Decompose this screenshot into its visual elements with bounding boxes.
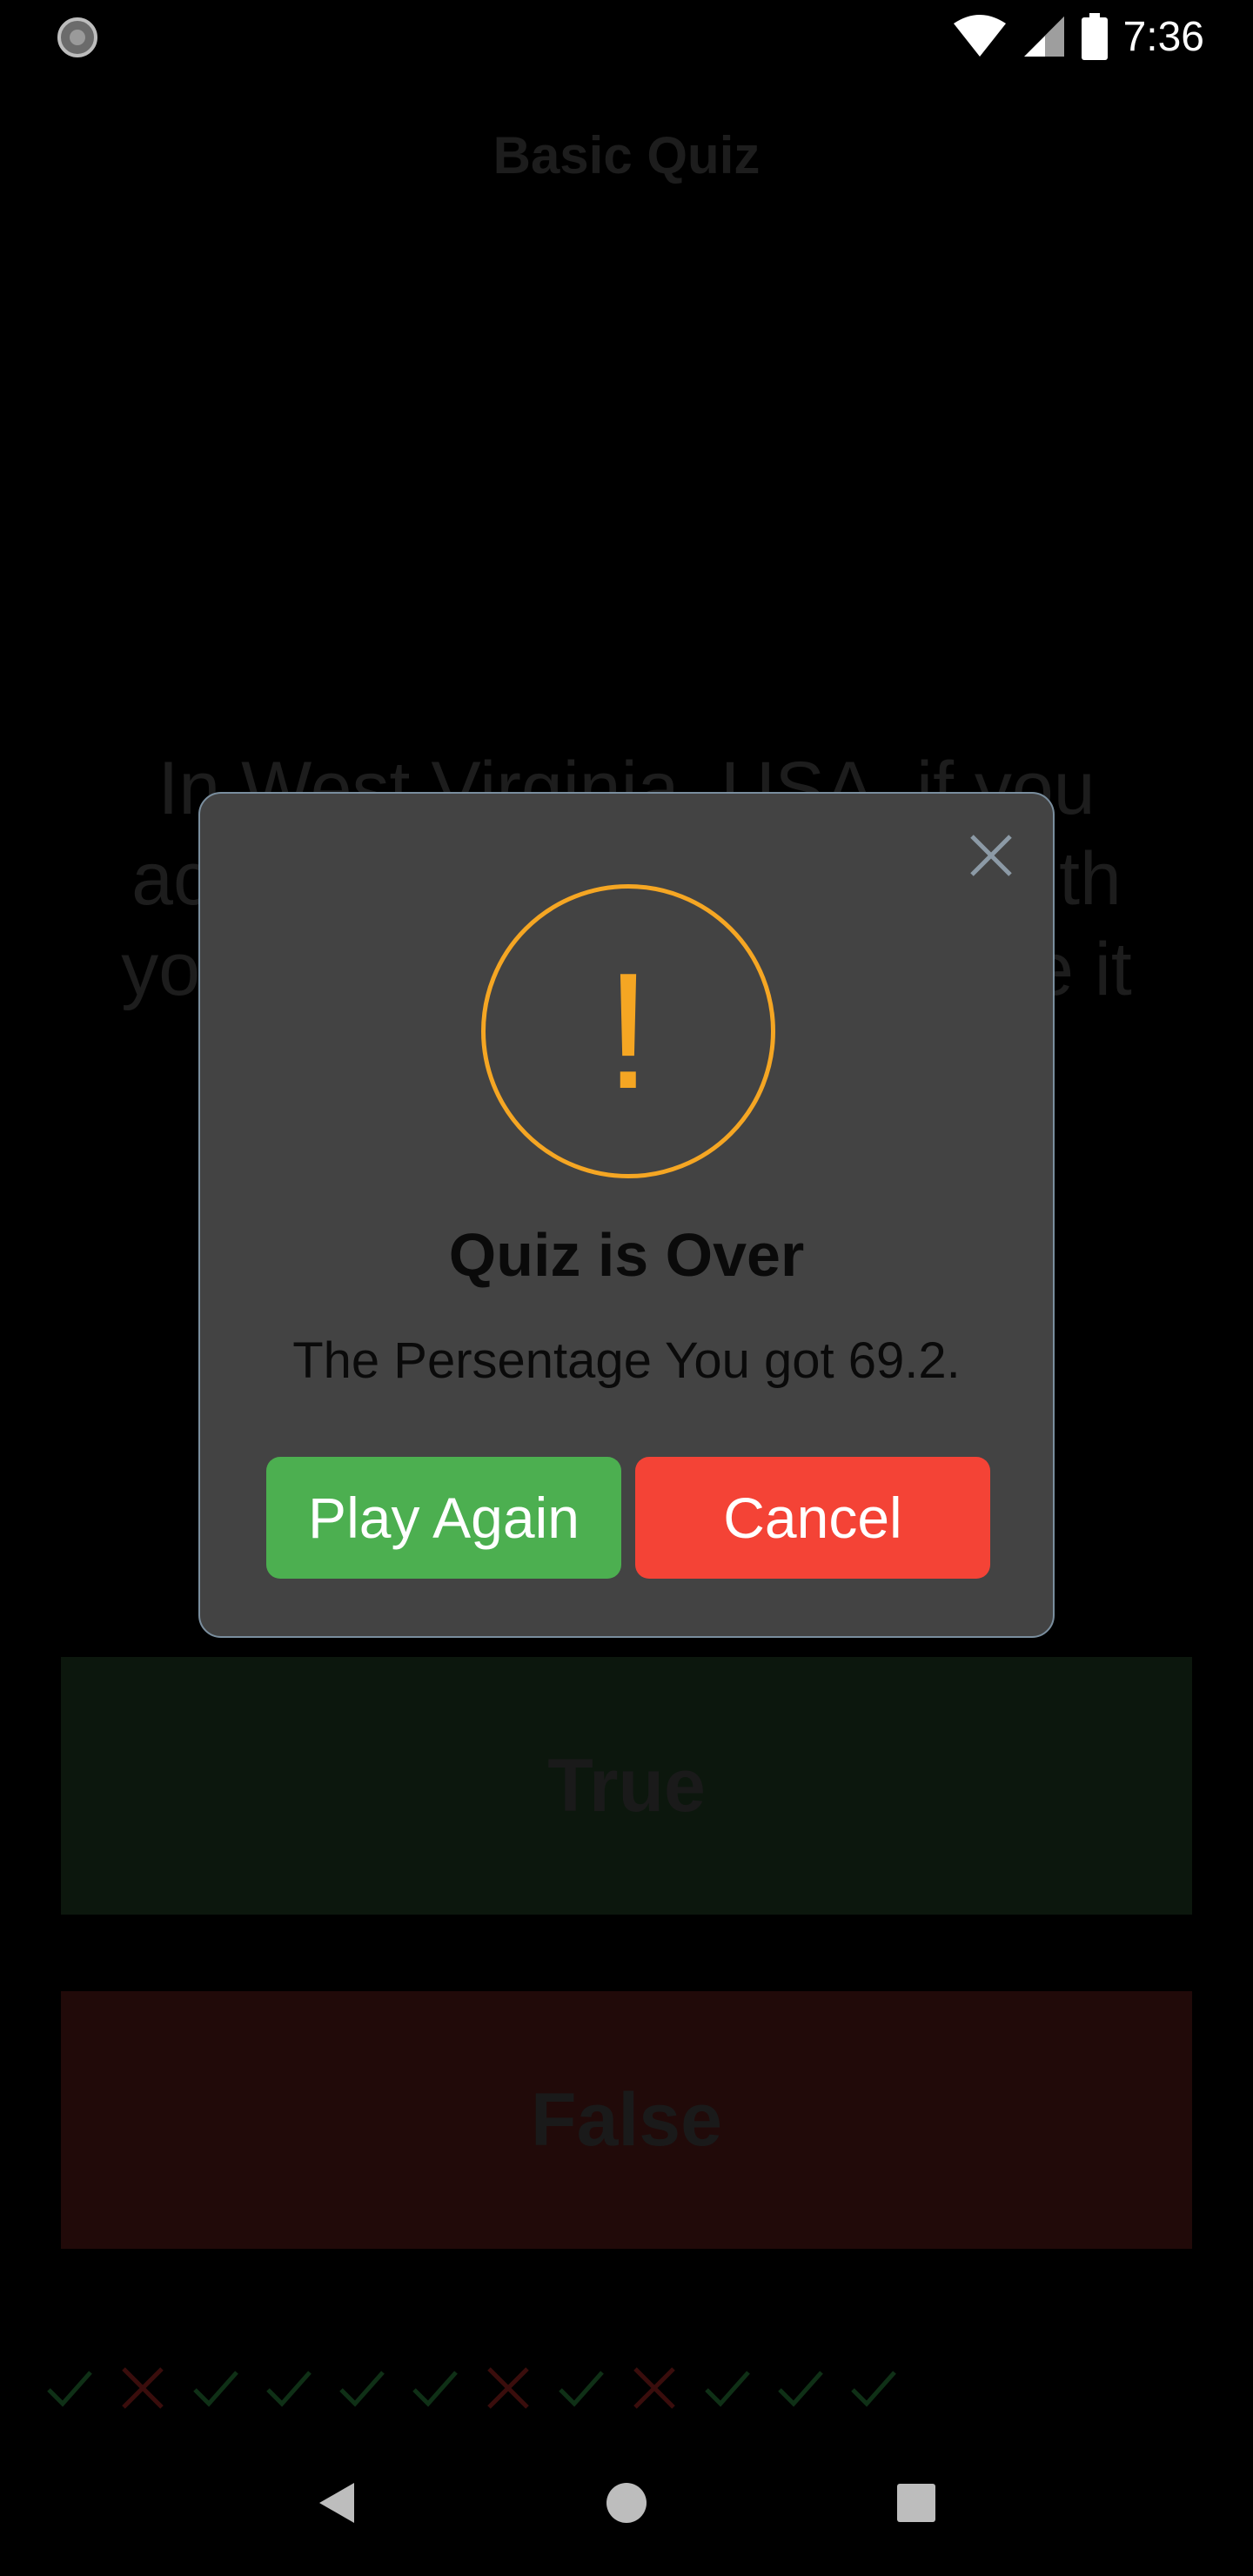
check-icon	[842, 2357, 905, 2419]
false-button[interactable]: False	[61, 1991, 1192, 2249]
false-button-label: False	[531, 2077, 722, 2162]
status-bar: 7:36	[0, 0, 1253, 73]
warning-icon: !	[481, 884, 775, 1178]
score-keeper	[38, 2353, 905, 2423]
wifi-icon	[953, 15, 1006, 57]
sync-icon	[57, 17, 97, 57]
close-button[interactable]	[961, 825, 1022, 886]
check-icon	[184, 2357, 247, 2419]
home-icon	[606, 2483, 647, 2523]
status-icons: 7:36	[953, 9, 1204, 64]
home-button[interactable]	[592, 2468, 661, 2538]
check-icon	[404, 2357, 466, 2419]
back-button[interactable]	[302, 2468, 372, 2538]
recents-button[interactable]	[881, 2468, 951, 2538]
dialog-title: Quiz is Over	[448, 1221, 805, 1289]
navigation-bar	[0, 2430, 1253, 2576]
true-button-label: True	[547, 1743, 706, 1828]
recents-icon	[897, 2484, 936, 2522]
cross-icon	[111, 2357, 174, 2419]
check-icon	[331, 2357, 393, 2419]
close-icon	[970, 835, 1012, 876]
cross-icon	[477, 2357, 539, 2419]
play-again-button[interactable]: Play Again	[266, 1457, 621, 1579]
check-icon	[696, 2357, 759, 2419]
back-icon	[318, 2483, 354, 2523]
check-icon	[38, 2357, 101, 2419]
cross-icon	[623, 2357, 686, 2419]
quiz-over-dialog: ! Quiz is Over The Persentage You got 69…	[198, 792, 1055, 1638]
signal-icon	[1023, 17, 1064, 57]
check-icon	[550, 2357, 613, 2419]
cancel-button[interactable]: Cancel	[635, 1457, 990, 1579]
true-button[interactable]: True	[61, 1657, 1192, 1915]
check-icon	[258, 2357, 320, 2419]
status-time: 7:36	[1122, 13, 1204, 60]
battery-icon	[1081, 13, 1108, 60]
dialog-message: The Persentage You got 69.2.	[292, 1332, 961, 1389]
app-title: Basic Quiz	[492, 126, 761, 184]
check-icon	[769, 2357, 832, 2419]
